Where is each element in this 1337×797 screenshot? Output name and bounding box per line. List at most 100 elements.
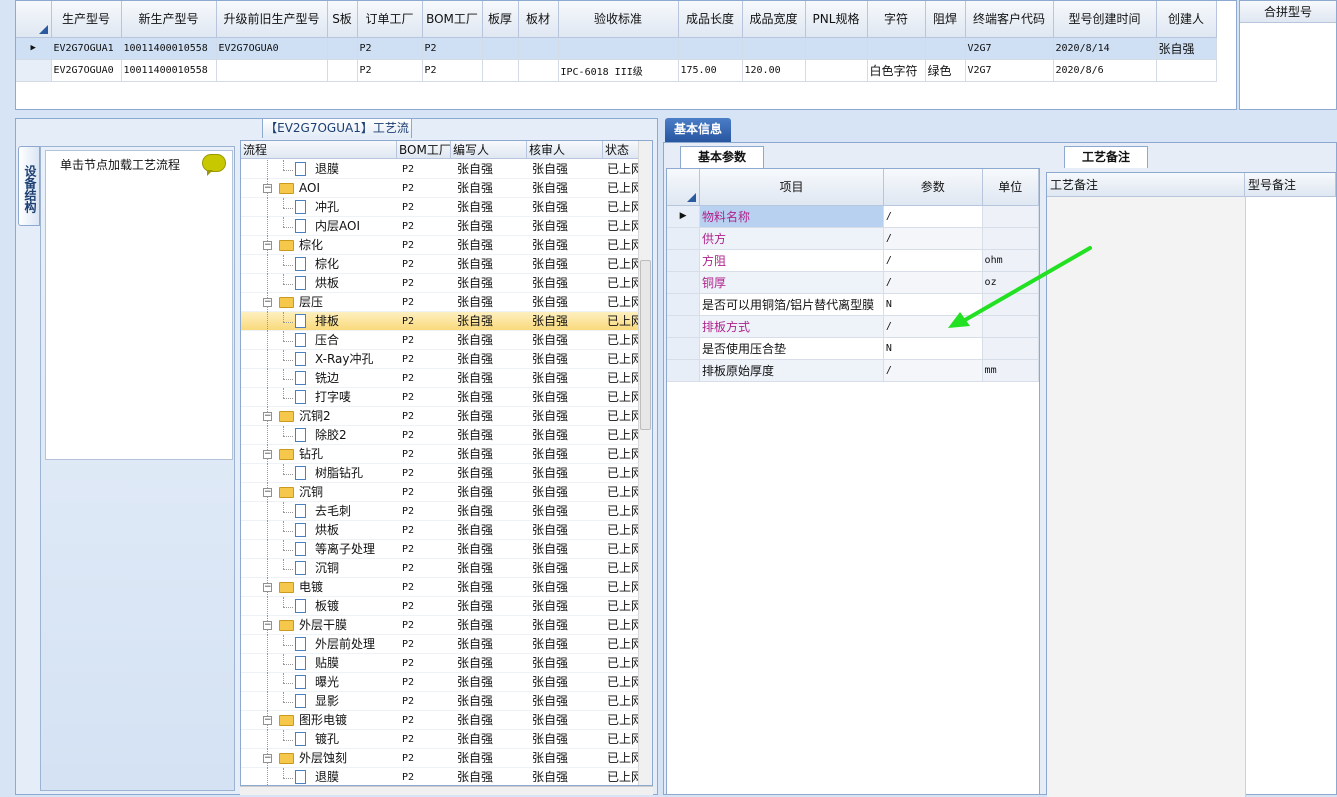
row-header[interactable]	[667, 337, 701, 360]
param-header-item[interactable]: 项目	[699, 169, 884, 206]
row-header[interactable]	[16, 59, 52, 82]
basic-params-tab[interactable]: 基本参数	[680, 146, 764, 168]
basic-info-tab[interactable]: 基本信息	[665, 118, 731, 142]
table-cell[interactable]: 120.00	[742, 59, 806, 82]
flow-row[interactable]: 外层前处理 P2 张自强 张自强 已上网	[241, 635, 641, 654]
collapse-toggle-icon[interactable]: −	[263, 621, 272, 630]
grid-header[interactable]: 生产型号	[51, 1, 122, 38]
table-cell[interactable]: P2	[422, 59, 483, 82]
flow-row[interactable]: − 棕化 P2 张自强 张自强 已上网	[241, 236, 641, 255]
table-cell[interactable]: 白色字符	[867, 59, 926, 82]
table-cell[interactable]: 2020/8/14	[1053, 37, 1157, 60]
flow-row[interactable]: 压合 P2 张自强 张自强 已上网	[241, 331, 641, 350]
device-structure-tab[interactable]: 设备结构	[18, 146, 40, 226]
flow-row[interactable]: 棕化 P2 张自强 张自强 已上网	[241, 255, 641, 274]
flow-header-bom[interactable]: BOM工厂	[397, 141, 451, 159]
collapse-toggle-icon[interactable]: −	[263, 298, 272, 307]
flow-row[interactable]: − 电镀 P2 张自强 张自强 已上网	[241, 578, 641, 597]
collapse-toggle-icon[interactable]: −	[263, 583, 272, 592]
flow-header-status[interactable]: 状态	[603, 141, 643, 159]
table-cell[interactable]	[518, 59, 559, 82]
flow-row[interactable]: − 沉铜 P2 张自强 张自强 已上网	[241, 483, 641, 502]
process-notes-tab[interactable]: 工艺备注	[1064, 146, 1148, 168]
grid-corner[interactable]	[16, 1, 52, 38]
row-header[interactable]	[667, 315, 701, 338]
splitter[interactable]	[0, 110, 1337, 118]
grid-header[interactable]: 终端客户代码	[965, 1, 1054, 38]
row-header[interactable]	[667, 359, 701, 382]
collapse-toggle-icon[interactable]: −	[263, 716, 272, 725]
table-cell[interactable]: P2	[357, 59, 423, 82]
flow-row[interactable]: 板镀 P2 张自强 张自强 已上网	[241, 597, 641, 616]
table-cell[interactable]: 2020/8/6	[1053, 59, 1157, 82]
flow-horizontal-scrollbar[interactable]	[240, 786, 653, 795]
param-header-unit[interactable]: 单位	[982, 169, 1039, 206]
table-cell[interactable]	[482, 59, 519, 82]
flow-row[interactable]: 冲孔 P2 张自强 张自强 已上网	[241, 198, 641, 217]
flow-row[interactable]: 退膜 P2 张自强 张自强 已上网	[241, 160, 641, 179]
table-cell[interactable]: EV2G7OGUA0	[216, 37, 328, 60]
table-cell[interactable]	[216, 59, 328, 82]
grid-header[interactable]: 板厚	[482, 1, 519, 38]
row-header[interactable]	[667, 293, 701, 316]
table-cell[interactable]: V2G7	[965, 37, 1054, 60]
flow-row[interactable]: 显影 P2 张自强 张自强 已上网	[241, 692, 641, 711]
flow-scroll-thumb[interactable]	[640, 260, 651, 430]
flow-row[interactable]: 烘板 P2 张自强 张自强 已上网	[241, 521, 641, 540]
grid-header[interactable]: 字符	[867, 1, 926, 38]
flow-tab[interactable]: 【EV2G7OGUA1】工艺流程	[262, 118, 412, 154]
grid-header[interactable]: 订单工厂	[357, 1, 423, 38]
param-value[interactable]: N	[883, 337, 983, 360]
table-cell[interactable]: 175.00	[678, 59, 743, 82]
flow-row[interactable]: − 层压 P2 张自强 张自强 已上网	[241, 293, 641, 312]
flow-row[interactable]: − 沉铜2 P2 张自强 张自强 已上网	[241, 407, 641, 426]
flow-row[interactable]: 内层AOI P2 张自强 张自强 已上网	[241, 217, 641, 236]
table-cell[interactable]: 绿色	[925, 59, 966, 82]
grid-header[interactable]: 板材	[518, 1, 559, 38]
param-grid-corner[interactable]	[667, 169, 701, 206]
param-header-value[interactable]: 参数	[883, 169, 983, 206]
grid-header[interactable]: 型号创建时间	[1053, 1, 1157, 38]
flow-row[interactable]: 退膜 P2 张自强 张自强 已上网	[241, 768, 641, 785]
grid-header[interactable]: 升级前旧生产型号	[216, 1, 328, 38]
table-cell[interactable]	[925, 37, 966, 60]
table-cell[interactable]: V2G7	[965, 59, 1054, 82]
table-cell[interactable]: 10011400010558	[121, 37, 217, 60]
grid-header[interactable]: 阻焊	[925, 1, 966, 38]
flow-vertical-scrollbar[interactable]	[638, 141, 652, 785]
model-grid[interactable]: 生产型号 新生产型号 升级前旧生产型号 S板 订单工厂 BOM工厂 板厚 板材 验收标准 成品长度…	[15, 0, 1237, 110]
flow-row[interactable]: 除胶2 P2 张自强 张自强 已上网	[241, 426, 641, 445]
grid-header[interactable]: 新生产型号	[121, 1, 217, 38]
flow-row[interactable]: 贴膜 P2 张自强 张自强 已上网	[241, 654, 641, 673]
grid-header[interactable]: 成品长度	[678, 1, 743, 38]
flow-row[interactable]: 烘板 P2 张自强 张自强 已上网	[241, 274, 641, 293]
flow-row[interactable]: 镀孔 P2 张自强 张自强 已上网	[241, 730, 641, 749]
flow-row[interactable]: 树脂钻孔 P2 张自强 张自强 已上网	[241, 464, 641, 483]
table-cell[interactable]	[678, 37, 743, 60]
grid-header[interactable]: BOM工厂	[422, 1, 483, 38]
flow-header-reviewer[interactable]: 核审人	[527, 141, 603, 159]
table-cell[interactable]	[805, 59, 868, 82]
grid-header[interactable]: 验收标准	[558, 1, 679, 38]
flow-row[interactable]: 铣边 P2 张自强 张自强 已上网	[241, 369, 641, 388]
table-row[interactable]: EV2G7OGUA0 10011400010558 P2 P2 IPC-6018 III…	[16, 59, 1217, 82]
row-header[interactable]: ▶	[16, 37, 52, 60]
table-cell[interactable]: 张自强	[1156, 37, 1217, 60]
process-flow-tree-grid[interactable]: 流程 BOM工厂 编写人 核审人 状态 退膜 P2 张自强 张自强 已上网 − AOI P2 张…	[240, 140, 653, 786]
grid-header[interactable]: S板	[327, 1, 358, 38]
param-value[interactable]: /	[883, 205, 983, 228]
row-header[interactable]	[667, 271, 701, 294]
grid-header[interactable]: PNL规格	[805, 1, 868, 38]
table-cell[interactable]	[805, 37, 868, 60]
table-cell[interactable]: P2	[422, 37, 483, 60]
flow-row[interactable]: 沉铜 P2 张自强 张自强 已上网	[241, 559, 641, 578]
flow-header-process[interactable]: 流程	[241, 141, 397, 159]
table-cell[interactable]	[327, 59, 358, 82]
grid-header[interactable]: 创建人	[1156, 1, 1217, 38]
flow-row[interactable]: 曝光 P2 张自强 张自强 已上网	[241, 673, 641, 692]
table-cell[interactable]: 10011400010558	[121, 59, 217, 82]
flow-row[interactable]: − 图形电镀 P2 张自强 张自强 已上网	[241, 711, 641, 730]
flow-row[interactable]: − AOI P2 张自强 张自强 已上网	[241, 179, 641, 198]
table-cell[interactable]	[742, 37, 806, 60]
table-cell[interactable]: EV2G7OGUA1	[51, 37, 122, 60]
